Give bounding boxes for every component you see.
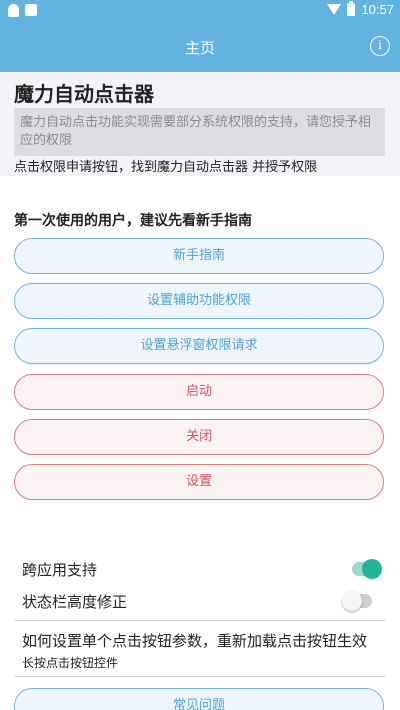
info-icon[interactable]: i: [370, 36, 390, 56]
faq-button[interactable]: 常见问题: [14, 688, 384, 710]
app-title: 魔力自动点击器: [14, 82, 154, 106]
status-bar: 10:57: [0, 0, 400, 22]
overlay-permission-button[interactable]: 设置悬浮窗权限请求: [14, 328, 384, 364]
beginner-guide-button[interactable]: 新手指南: [14, 238, 384, 274]
settings-button[interactable]: 设置: [14, 464, 384, 500]
qq-icon: [8, 4, 19, 17]
app-bar: 主页 i: [0, 22, 400, 72]
wifi-icon: [327, 4, 342, 15]
start-button[interactable]: 启动: [14, 374, 384, 410]
statusbar-height-fix-toggle[interactable]: [342, 591, 372, 611]
toggle-knob: [362, 559, 382, 579]
permission-hint: 点击权限申请按钮，找到魔力自动点击器 并授予权限: [14, 160, 318, 175]
status-time: 10:57: [361, 2, 394, 17]
toggle-knob: [342, 591, 362, 611]
note-title: 如何设置单个点击按钮参数，重新加载点击按钮生效: [22, 632, 368, 650]
battery-icon: [347, 1, 356, 16]
accessibility-permission-button[interactable]: 设置辅助功能权限: [14, 283, 384, 319]
divider: [14, 676, 386, 677]
note-subtitle: 长按点击按钮控件: [22, 656, 119, 670]
permission-description: 魔力自动点击功能实现需要部分系统权限的支持，请您授予相应的权限: [14, 108, 385, 156]
page-title: 主页: [184, 39, 215, 57]
cross-app-support-toggle[interactable]: [352, 559, 382, 579]
stop-button[interactable]: 关闭: [14, 419, 384, 455]
statusbar-height-fix-label: 状态栏高度修正: [22, 593, 128, 611]
notification-icon: [25, 4, 37, 16]
cross-app-support-label: 跨应用支持: [22, 561, 98, 579]
divider: [14, 620, 386, 621]
guide-label: 第一次使用的用户，建议先看新手指南: [14, 213, 252, 229]
